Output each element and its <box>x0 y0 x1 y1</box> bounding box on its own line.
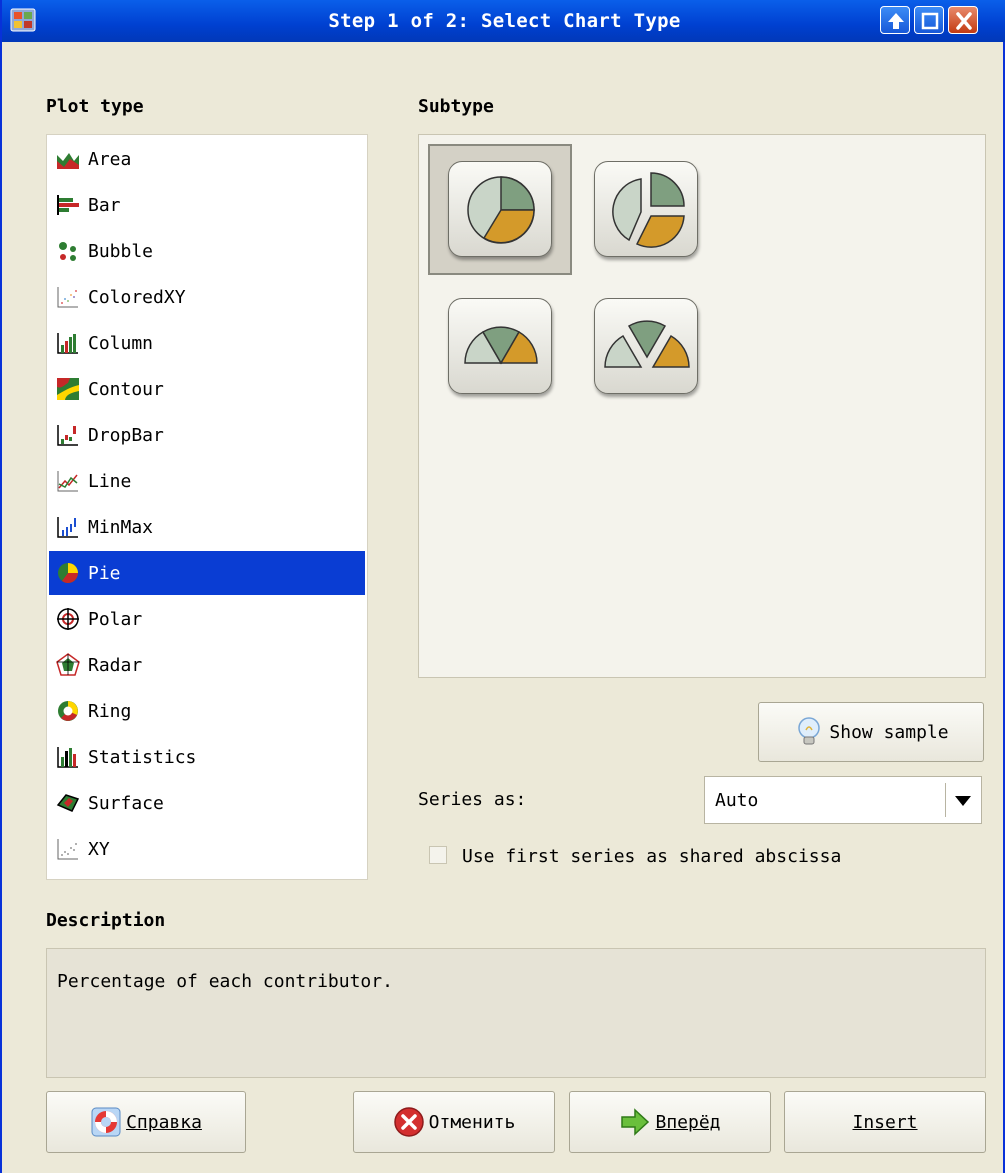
plot-item-label: Column <box>88 332 154 354</box>
subtype-label: Subtype <box>418 96 494 117</box>
plot-item-label: Ring <box>88 700 132 722</box>
insert-button[interactable]: Insert <box>784 1091 986 1153</box>
subtype-exploded-half-pie[interactable] <box>594 298 698 394</box>
subtype-exploded-pie[interactable] <box>594 161 698 257</box>
plot-item-minmax[interactable]: MinMax <box>49 505 365 549</box>
bubble-chart-icon <box>59 242 76 261</box>
description-text: Percentage of each contributor. <box>57 971 393 992</box>
plot-item-label: Area <box>88 148 132 170</box>
arrow-right-icon <box>621 1108 650 1136</box>
cancel-icon <box>393 1107 424 1137</box>
plot-item-surface[interactable]: Surface <box>49 781 365 825</box>
series-as-label: Series as: <box>418 789 527 810</box>
plot-item-label: ColoredXY <box>88 286 186 308</box>
plot-item-label: XY <box>88 838 110 860</box>
plot-item-label: Radar <box>88 654 143 676</box>
xy-chart-icon <box>57 839 78 860</box>
description-label: Description <box>46 910 166 931</box>
shared-abscissa-checkbox[interactable] <box>429 846 447 864</box>
plot-item-label: Surface <box>88 792 164 814</box>
plot-item-column[interactable]: Column <box>49 321 365 365</box>
surface-chart-icon <box>56 794 80 812</box>
area-chart-icon <box>57 153 79 169</box>
plot-item-contour[interactable]: Contour <box>49 367 365 411</box>
close-icon <box>956 12 972 30</box>
polar-chart-icon <box>57 608 79 630</box>
plot-item-dropbar[interactable]: DropBar <box>49 413 365 457</box>
plot-item-label: DropBar <box>88 424 164 446</box>
dropbar-chart-icon <box>57 425 78 446</box>
next-button[interactable]: Вперёд <box>569 1091 771 1153</box>
subtype-pie[interactable] <box>448 161 552 257</box>
combo-separator <box>945 783 946 817</box>
plot-item-statistics[interactable]: Statistics <box>49 735 365 779</box>
radar-chart-icon <box>56 653 80 676</box>
pie-subtype-icon <box>467 176 535 244</box>
plot-item-coloredxy[interactable]: ColoredXY <box>49 275 365 319</box>
half-pie-subtype-icon <box>464 326 538 365</box>
next-button-label: Вперёд <box>655 1111 721 1133</box>
plot-item-pie[interactable]: Pie <box>49 551 365 595</box>
colored-xy-icon <box>57 287 78 308</box>
subtype-panel <box>418 134 986 678</box>
lightbulb-icon <box>798 717 821 745</box>
plot-item-label: MinMax <box>88 516 154 538</box>
maximize-button[interactable] <box>880 6 910 34</box>
show-sample-label: Show sample <box>829 721 949 743</box>
plot-item-bubble[interactable]: Bubble <box>49 229 365 273</box>
help-button[interactable]: Справка <box>46 1091 246 1153</box>
lifebuoy-icon <box>91 1107 121 1137</box>
cancel-button-label: Отменить <box>428 1111 516 1133</box>
cancel-button[interactable]: Отменить <box>353 1091 555 1153</box>
plot-item-label: Line <box>88 470 132 492</box>
plot-item-label: Statistics <box>88 746 197 768</box>
plot-item-bar[interactable]: Bar <box>49 183 365 227</box>
contour-chart-icon <box>57 378 79 400</box>
plot-item-polar[interactable]: Polar <box>49 597 365 641</box>
statistics-chart-icon <box>57 747 78 768</box>
plot-item-area[interactable]: Area <box>49 137 365 181</box>
plot-item-label: Polar <box>88 608 143 630</box>
shared-abscissa-label: Use first series as shared abscissa <box>462 846 842 867</box>
plot-item-line[interactable]: Line <box>49 459 365 503</box>
plot-type-list[interactable]: Area Bar Bubble ColoredXY Column Contour… <box>46 134 368 880</box>
plot-item-label: Pie <box>88 562 121 584</box>
plot-item-radar[interactable]: Radar <box>49 643 365 687</box>
arrow-up-icon <box>888 13 904 29</box>
window-icon <box>921 12 939 30</box>
exploded-half-pie-subtype-icon <box>604 320 690 368</box>
title-bar[interactable]: Step 1 of 2: Select Chart Type <box>2 0 1005 42</box>
pie-chart-icon <box>58 563 78 583</box>
plot-item-label: Contour <box>88 378 164 400</box>
restore-button[interactable] <box>914 6 944 34</box>
bar-chart-icon <box>57 195 79 215</box>
plot-type-label: Plot type <box>46 96 144 117</box>
plot-item-label: Bubble <box>88 240 154 262</box>
minmax-chart-icon <box>57 517 78 538</box>
chart-wizard-window: Step 1 of 2: Select Chart Type Plot type… <box>0 0 1005 1173</box>
help-button-label: Справка <box>126 1111 202 1133</box>
subtype-half-pie[interactable] <box>448 298 552 394</box>
window-title: Step 1 of 2: Select Chart Type <box>328 10 681 32</box>
chevron-down-icon[interactable] <box>955 796 971 806</box>
exploded-pie-subtype-icon <box>612 172 685 248</box>
series-as-value: Auto <box>715 790 759 811</box>
series-as-select[interactable]: Auto <box>704 776 982 824</box>
plot-item-ring[interactable]: Ring <box>49 689 365 733</box>
plot-item-label: Bar <box>88 194 121 216</box>
description-box: Percentage of each contributor. <box>46 948 986 1078</box>
show-sample-button[interactable]: Show sample <box>758 702 984 762</box>
column-chart-icon <box>57 333 78 354</box>
insert-button-label: Insert <box>852 1111 918 1133</box>
ring-chart-icon <box>58 701 78 721</box>
plot-item-xy[interactable]: XY <box>49 827 365 871</box>
line-chart-icon <box>57 471 78 492</box>
close-button[interactable] <box>948 6 978 34</box>
